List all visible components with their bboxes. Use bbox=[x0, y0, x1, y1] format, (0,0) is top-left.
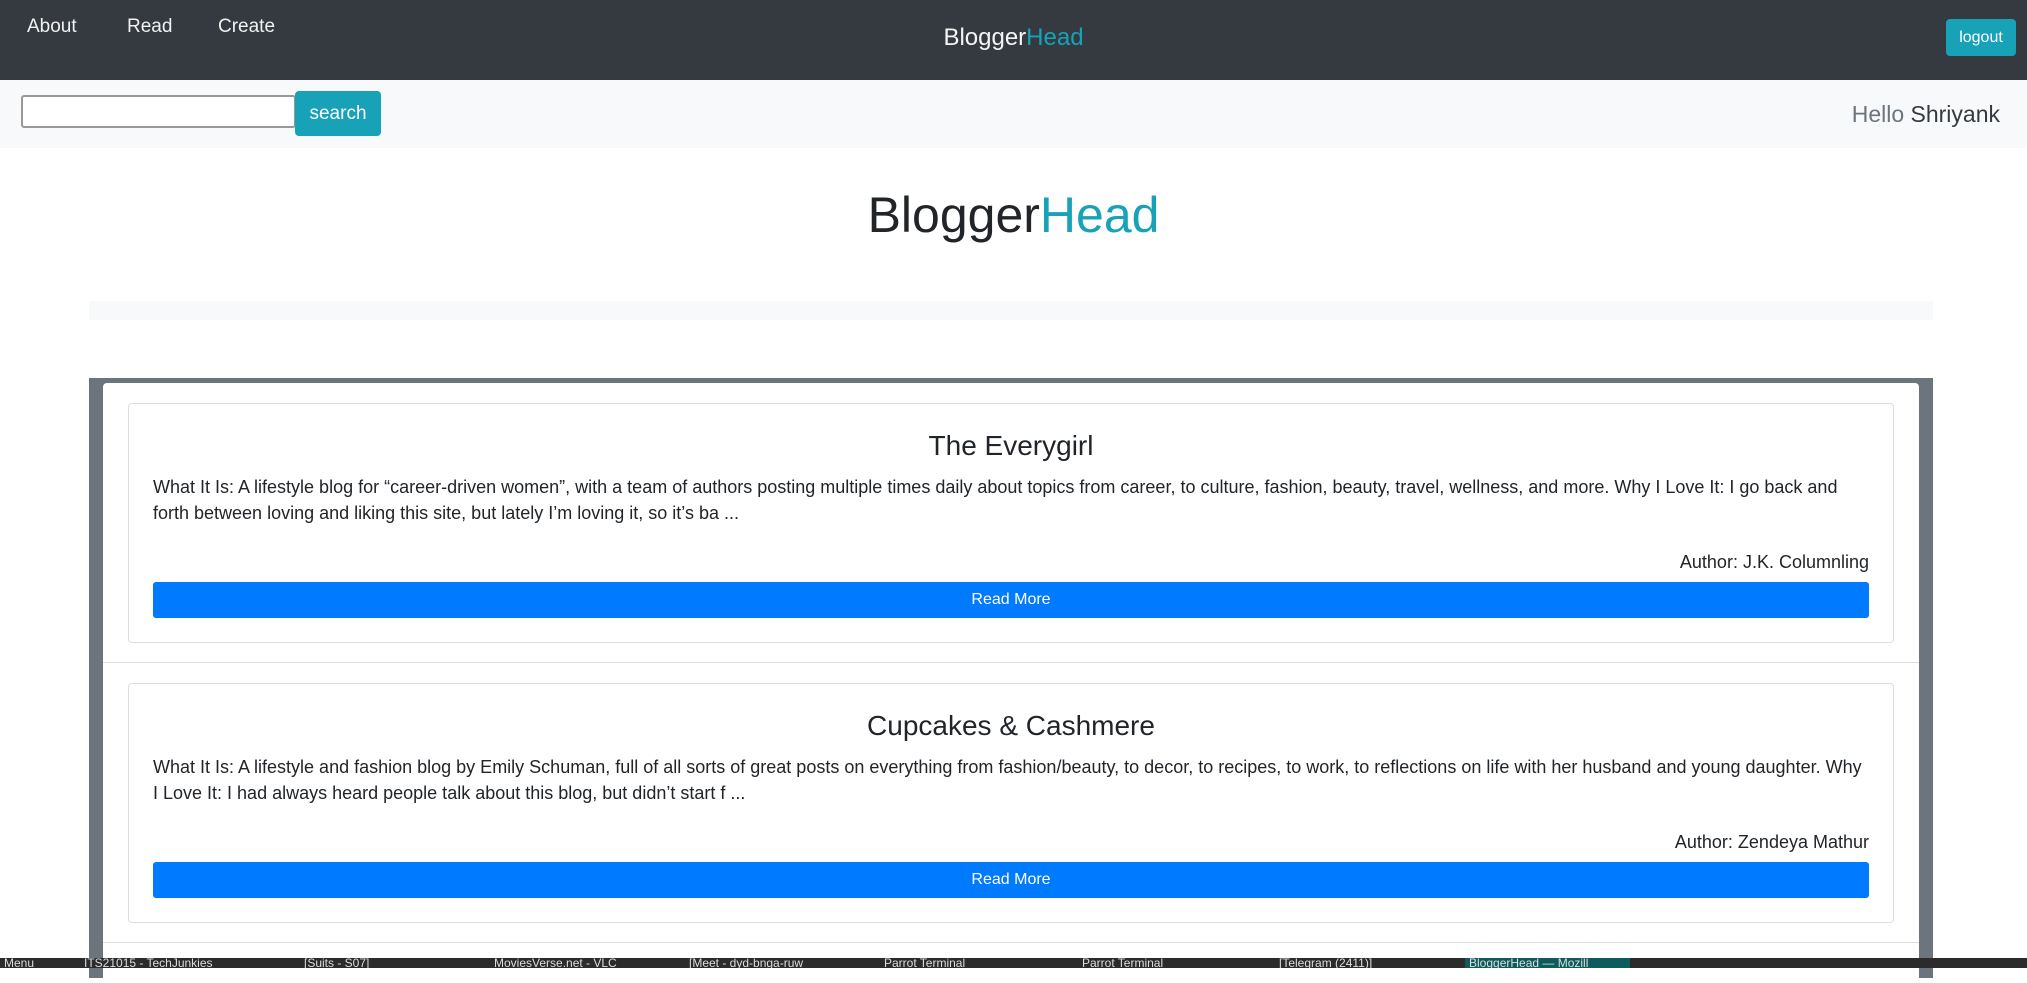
search-input[interactable] bbox=[21, 95, 296, 128]
greeting-hello: Hello bbox=[1851, 101, 1905, 127]
title-part-2: Head bbox=[1039, 187, 1160, 243]
taskbar-item[interactable]: ITS21015 - TechJunkies bbox=[80, 958, 213, 968]
list-item: Cupcakes & Cashmere What It Is: A lifest… bbox=[103, 663, 1919, 943]
post-author: Author: J.K. Columnling bbox=[1679, 552, 1869, 572]
posts-container: The Everygirl What It Is: A lifestyle bl… bbox=[89, 378, 1933, 983]
post-card: The Everygirl What It Is: A lifestyle bl… bbox=[128, 403, 1894, 643]
jumbotron-strip bbox=[89, 301, 1933, 320]
taskbar-item[interactable]: [Suits - S07] bbox=[300, 958, 369, 968]
list-item: The Everygirl What It Is: A lifestyle bl… bbox=[103, 383, 1919, 663]
title-part-1: Blogger bbox=[867, 187, 1040, 243]
taskbar-item[interactable]: Parrot Terminal bbox=[1078, 958, 1163, 968]
logout-button[interactable]: logout bbox=[1946, 19, 2016, 56]
navbar-brand[interactable]: BloggerHead bbox=[0, 24, 2027, 52]
taskbar-item[interactable]: Parrot Terminal bbox=[880, 958, 965, 968]
greeting: Hello Shriyank bbox=[1852, 101, 2000, 128]
search-button[interactable]: search bbox=[295, 91, 381, 136]
taskbar: Menu ITS21015 - TechJunkies [Suits - S07… bbox=[0, 958, 2027, 968]
post-title: The Everygirl bbox=[928, 430, 1094, 461]
brand-part-1: Blogger bbox=[943, 24, 1027, 51]
greeting-user: Shriyank bbox=[1910, 101, 2000, 127]
navbar: About Read Create BloggerHead logout bbox=[0, 0, 2027, 80]
page-title: BloggerHead bbox=[0, 186, 2027, 244]
taskbar-item[interactable]: MoviesVerse.net - VLC bbox=[490, 958, 617, 968]
post-excerpt: What It Is: A lifestyle and fashion blog… bbox=[153, 757, 1862, 803]
read-more-button[interactable]: Read More bbox=[153, 862, 1869, 898]
read-more-button[interactable]: Read More bbox=[153, 582, 1869, 618]
posts-list: The Everygirl What It Is: A lifestyle bl… bbox=[103, 383, 1919, 983]
taskbar-item[interactable]: [Meet - dyd-bnga-ruw bbox=[685, 958, 803, 968]
taskbar-item-active[interactable]: BloggerHead — Mozill bbox=[1465, 958, 1630, 968]
post-card: Cupcakes & Cashmere What It Is: A lifest… bbox=[128, 683, 1894, 923]
search-bar: search Hello Shriyank bbox=[0, 80, 2027, 148]
post-title: Cupcakes & Cashmere bbox=[867, 710, 1155, 741]
post-excerpt: What It Is: A lifestyle blog for “career… bbox=[153, 477, 1838, 523]
taskbar-item[interactable]: [Telegram (2411)] bbox=[1275, 958, 1372, 968]
brand-part-2: Head bbox=[1026, 24, 1084, 51]
taskbar-menu[interactable]: Menu bbox=[0, 958, 34, 968]
post-author: Author: Zendeya Mathur bbox=[1674, 832, 1869, 852]
